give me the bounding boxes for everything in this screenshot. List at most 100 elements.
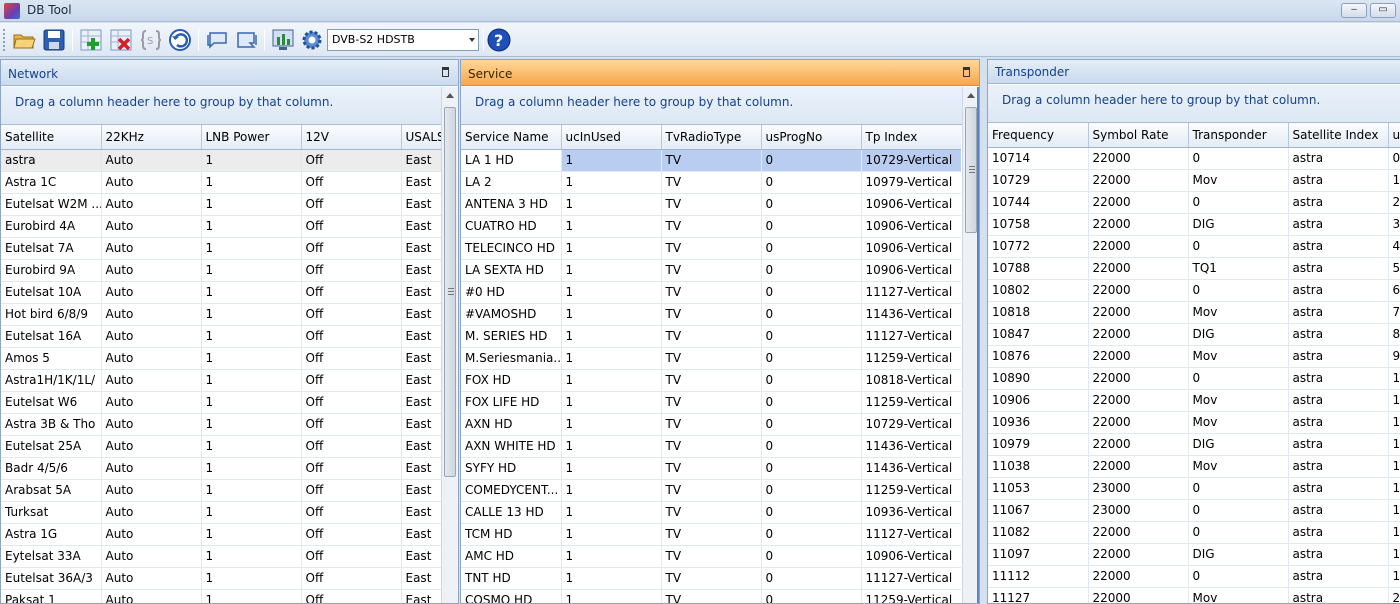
table-row[interactable]: 1103822000Movastra14 — [988, 455, 1400, 478]
table-cell[interactable]: COMEDYCENT... — [461, 479, 562, 502]
table-cell[interactable]: 10936-Vertical — [861, 501, 961, 524]
table-cell[interactable]: Eurobird 9A — [1, 259, 102, 282]
minimize-button[interactable]: ‒ — [1341, 3, 1367, 18]
table-cell[interactable]: 4 — [1388, 235, 1400, 258]
table-row[interactable]: #VAMOSHD 1 TV 0 11436-Vertical — [461, 303, 961, 326]
table-row[interactable]: 10772 22000 0 astra 4 — [988, 235, 1400, 258]
table-cell[interactable]: Auto — [101, 435, 202, 458]
table-row[interactable]: Eutelsat 16A Auto 1 Off East — [1, 325, 441, 348]
table-row[interactable]: 11082220000astra17 — [988, 521, 1400, 544]
table-cell[interactable]: TV — [661, 193, 762, 216]
table-cell[interactable]: TV — [661, 281, 762, 304]
table-cell[interactable]: 0 — [761, 523, 862, 546]
table-cell[interactable]: East — [401, 413, 441, 436]
table-cell[interactable]: 1 — [201, 369, 302, 392]
chevron-down-icon[interactable] — [469, 38, 475, 42]
table-cell[interactable]: 0 — [1188, 367, 1289, 390]
service-group-area[interactable]: Drag a column header here to group by th… — [461, 87, 979, 125]
table-cell[interactable]: Off — [301, 303, 402, 326]
table-cell[interactable]: Mov — [1188, 169, 1289, 192]
table-cell[interactable]: 22000 — [1088, 235, 1189, 258]
table-cell[interactable]: East — [401, 281, 441, 304]
table-cell[interactable]: 11127 — [988, 587, 1089, 603]
table-cell[interactable]: Off — [301, 435, 402, 458]
table-cell[interactable]: 1 — [201, 193, 302, 216]
table-cell[interactable]: 1 — [201, 325, 302, 348]
table-cell[interactable]: TV — [661, 259, 762, 282]
table-cell[interactable]: East — [401, 237, 441, 260]
table-cell[interactable]: Off — [301, 171, 402, 194]
table-row[interactable]: 1097922000DIGastra13 — [988, 433, 1400, 456]
table-cell[interactable]: 11259-Vertical — [861, 589, 961, 603]
table-cell[interactable]: astra — [1288, 191, 1389, 214]
table-cell[interactable]: East — [401, 567, 441, 590]
table-cell[interactable]: M. SERIES HD — [461, 325, 562, 348]
table-cell[interactable]: Auto — [101, 413, 202, 436]
table-cell[interactable]: TV — [661, 567, 762, 590]
table-cell[interactable]: Auto — [101, 391, 202, 414]
table-cell[interactable]: 11127-Vertical — [861, 567, 961, 590]
table-cell[interactable]: 0 — [1188, 235, 1289, 258]
table-cell[interactable]: 10772 — [988, 235, 1089, 258]
column-header[interactable]: Satellite — [1, 125, 102, 150]
table-cell[interactable]: 16 — [1388, 499, 1400, 522]
table-cell[interactable]: East — [401, 523, 441, 546]
table-cell[interactable]: astra — [1288, 455, 1389, 478]
table-cell[interactable]: 0 — [761, 259, 862, 282]
table-cell[interactable]: Auto — [101, 369, 202, 392]
refresh-button[interactable]: S — [138, 27, 164, 53]
table-cell[interactable]: Auto — [101, 523, 202, 546]
table-cell[interactable]: FOX LIFE HD — [461, 391, 562, 414]
column-header[interactable]: LNB Power — [201, 125, 302, 150]
table-cell[interactable]: 10802 — [988, 279, 1089, 302]
table-cell[interactable]: Off — [301, 457, 402, 480]
table-cell[interactable]: 0 — [761, 391, 862, 414]
table-row[interactable]: M. SERIES HD 1 TV 0 11127-Vertical — [461, 325, 961, 348]
table-cell[interactable]: TV — [661, 545, 762, 568]
table-cell[interactable]: 10906-Vertical — [861, 259, 961, 282]
table-cell[interactable]: astra — [1288, 389, 1389, 412]
table-cell[interactable]: 10906-Vertical — [861, 215, 961, 238]
table-cell[interactable]: Auto — [101, 545, 202, 568]
table-cell[interactable]: DIG — [1188, 433, 1289, 456]
table-cell[interactable]: Auto — [101, 325, 202, 348]
table-row[interactable]: Badr 4/5/6 Auto 1 Off East — [1, 457, 441, 480]
column-header[interactable]: TvRadioType — [661, 125, 762, 150]
table-cell[interactable]: astra — [1288, 433, 1389, 456]
table-cell[interactable]: LA 1 HD — [461, 149, 562, 172]
pin-icon[interactable] — [442, 67, 449, 77]
table-row[interactable]: CUATRO HD 1 TV 0 10906-Vertical — [461, 215, 961, 238]
table-cell[interactable]: 22000 — [1088, 191, 1189, 214]
table-cell[interactable]: 1 — [561, 413, 662, 436]
table-cell[interactable]: 6 — [1388, 279, 1400, 302]
table-cell[interactable]: Off — [301, 413, 402, 436]
column-header[interactable]: u — [1388, 123, 1400, 148]
table-cell[interactable]: Auto — [101, 193, 202, 216]
table-cell[interactable]: 22000 — [1088, 411, 1189, 434]
settings-button[interactable] — [299, 27, 325, 53]
table-cell[interactable]: Mov — [1188, 345, 1289, 368]
table-cell[interactable]: 1 — [201, 391, 302, 414]
table-cell[interactable]: astra — [1288, 279, 1389, 302]
table-cell[interactable]: TV — [661, 435, 762, 458]
column-header[interactable]: Frequency — [988, 123, 1089, 148]
table-cell[interactable]: Auto — [101, 259, 202, 282]
table-cell[interactable]: astra — [1288, 477, 1389, 500]
table-row[interactable]: 1090622000Movastra11 — [988, 389, 1400, 412]
table-cell[interactable]: 0 — [761, 435, 862, 458]
table-cell[interactable]: East — [401, 369, 441, 392]
table-cell[interactable]: 22000 — [1088, 257, 1189, 280]
table-cell[interactable]: astra — [1288, 147, 1389, 170]
table-cell[interactable]: 2 — [1388, 191, 1400, 214]
table-cell[interactable]: 0 — [1388, 147, 1400, 170]
table-cell[interactable]: 1 — [561, 259, 662, 282]
table-row[interactable]: Eytelsat 33A Auto 1 Off East — [1, 545, 441, 568]
table-cell[interactable]: East — [401, 457, 441, 480]
table-cell[interactable]: Off — [301, 545, 402, 568]
table-row[interactable]: AXN HD 1 TV 0 10729-Vertical — [461, 413, 961, 436]
table-cell[interactable]: 10818 — [988, 301, 1089, 324]
table-cell[interactable]: Auto — [101, 501, 202, 524]
table-cell[interactable]: 22000 — [1088, 521, 1189, 544]
table-cell[interactable]: TNT HD — [461, 567, 562, 590]
table-cell[interactable]: CUATRO HD — [461, 215, 562, 238]
